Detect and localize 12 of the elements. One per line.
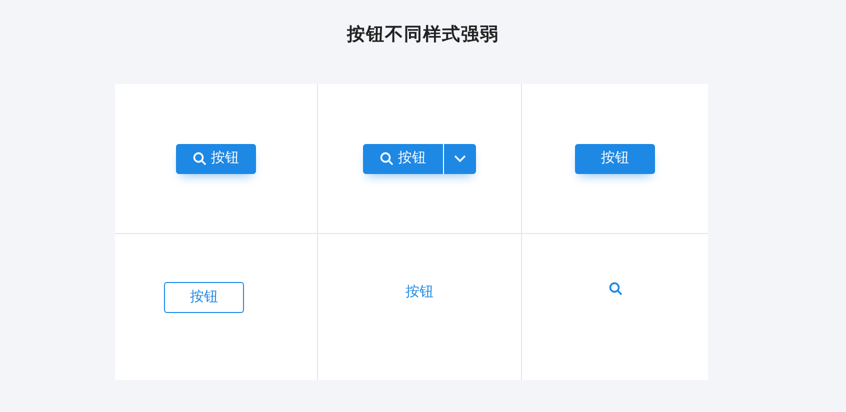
dropdown-toggle[interactable]	[444, 144, 476, 174]
search-icon	[380, 152, 393, 165]
text-button[interactable]: 按钮	[406, 282, 434, 303]
search-button[interactable]	[608, 282, 622, 295]
primary-button[interactable]: 按钮	[575, 144, 655, 174]
page-title: 按钮不同样式强弱	[346, 23, 500, 47]
search-button[interactable]: 按钮	[176, 144, 256, 174]
search-button[interactable]: 按钮	[363, 144, 443, 174]
chevron-down-icon	[454, 154, 466, 162]
search-icon	[608, 282, 622, 295]
search-icon	[193, 152, 206, 165]
outline-button[interactable]: 按钮	[164, 282, 244, 313]
